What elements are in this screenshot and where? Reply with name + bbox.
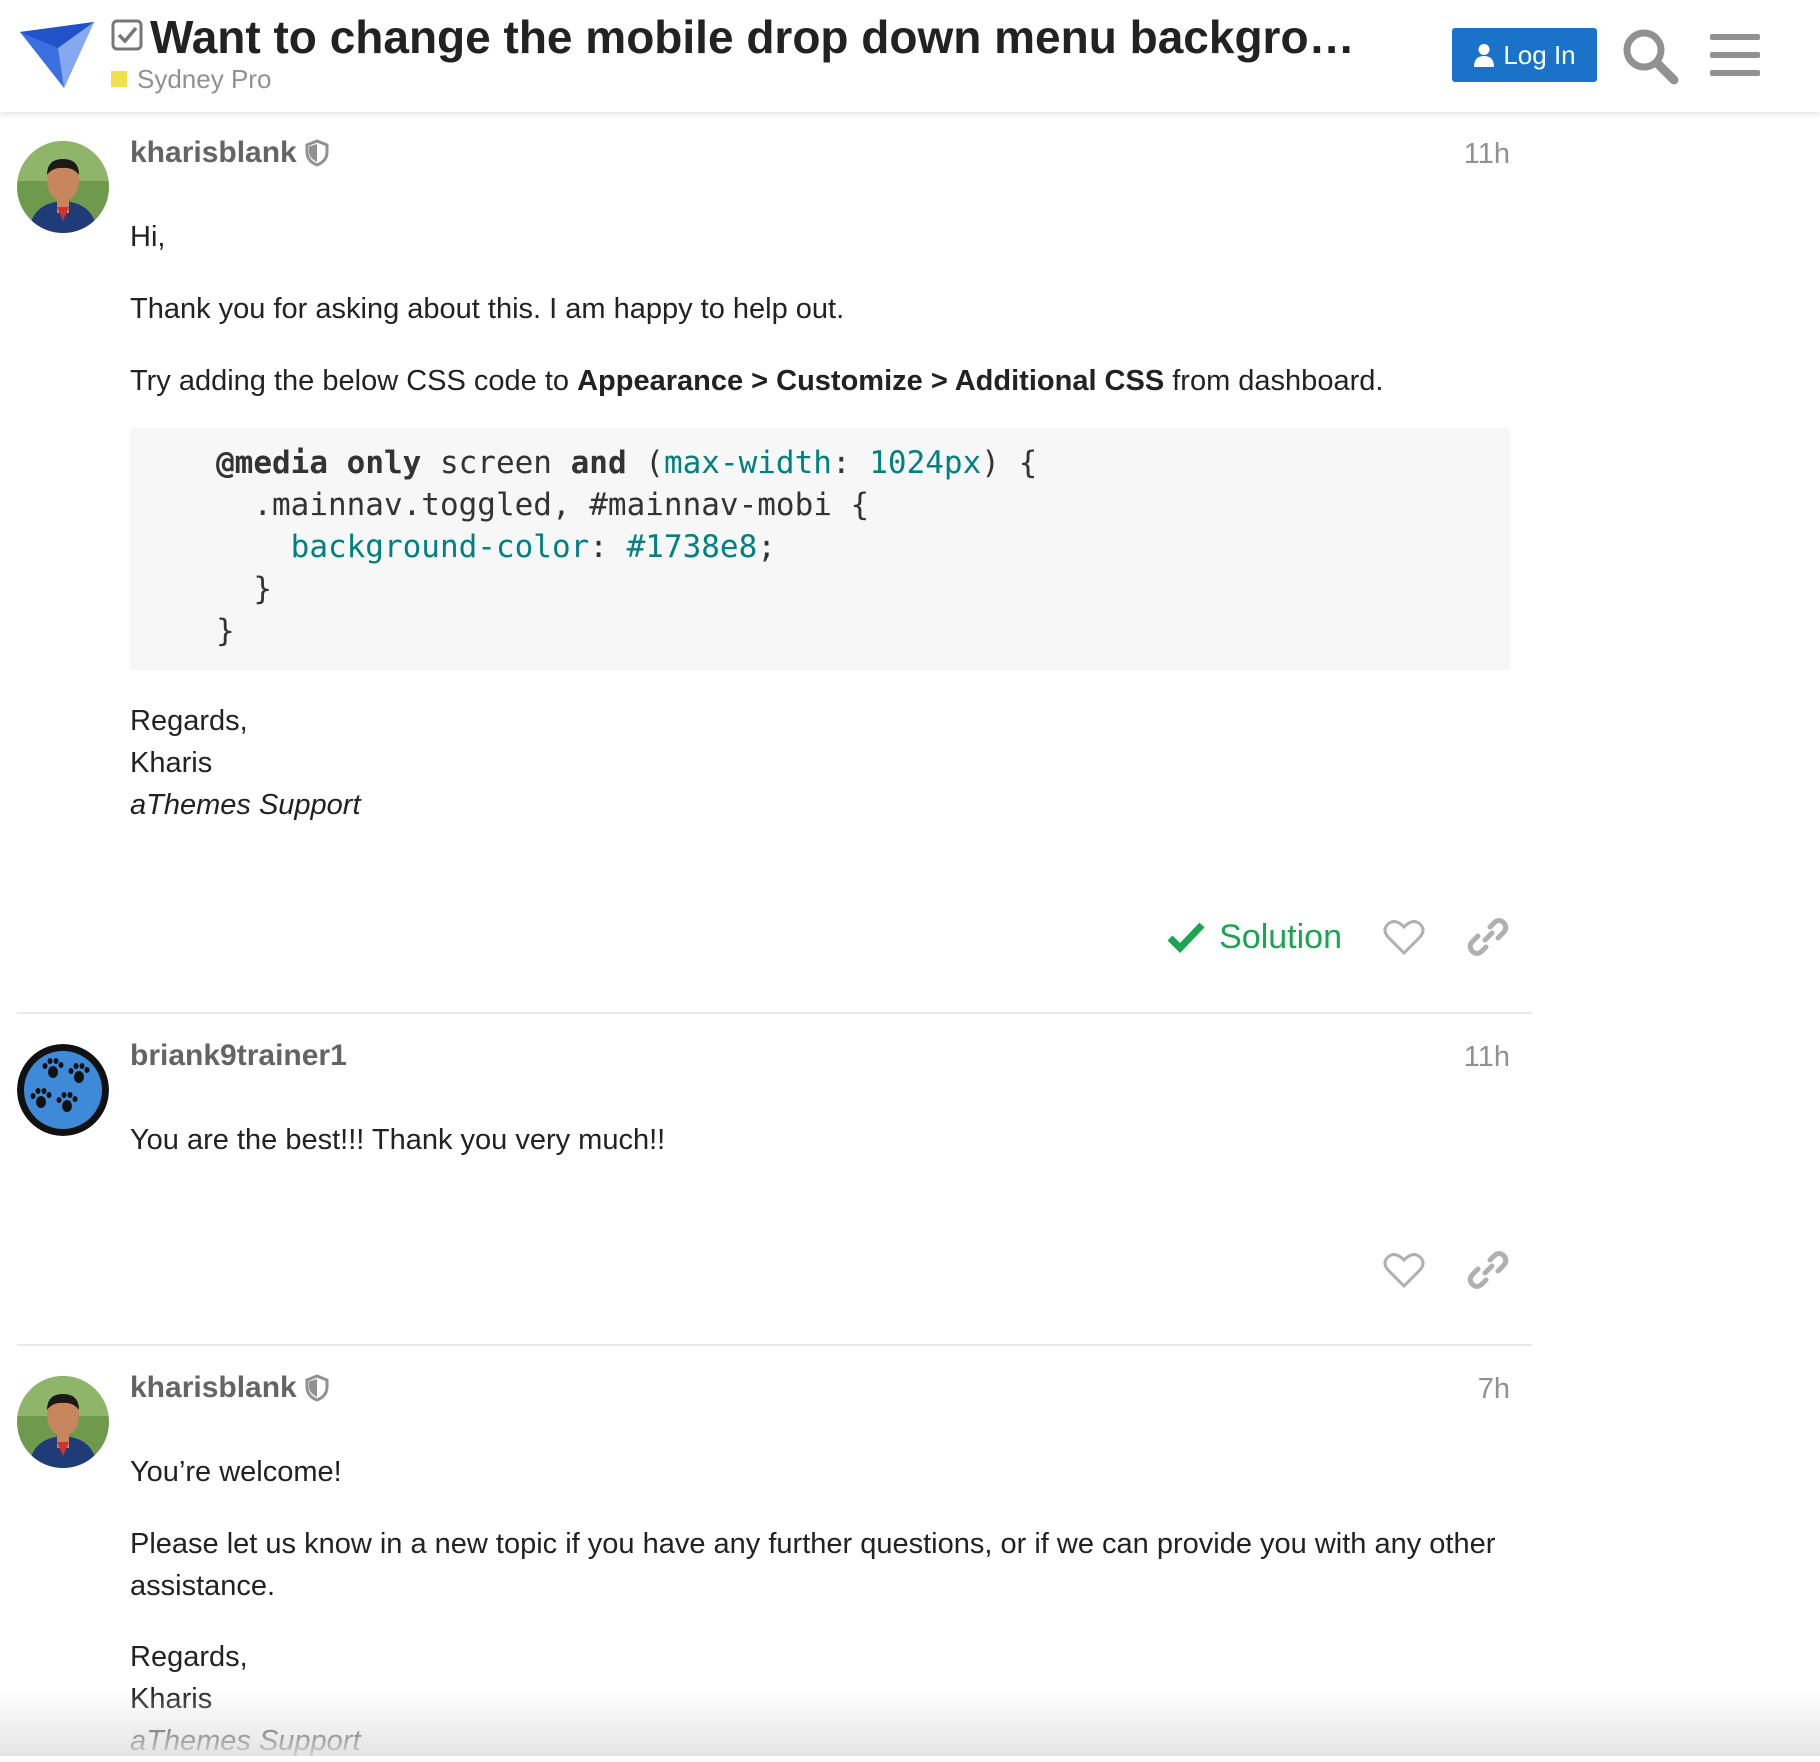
post-content: Hi,: [130, 216, 1510, 258]
post-paragraph: Try adding the below CSS code to Appeara…: [130, 360, 1510, 402]
user-icon: [1474, 44, 1495, 67]
avatar[interactable]: [17, 141, 109, 233]
post-actions: Solution: [1167, 909, 1510, 965]
post-divider: [17, 1012, 1532, 1014]
post-paragraph: Please let us know in a new topic if you…: [130, 1528, 1496, 1602]
signature-regards: Regards,: [130, 705, 248, 737]
post-paragraph: Hi,: [130, 221, 166, 253]
heart-icon[interactable]: [1382, 915, 1426, 959]
post-content: You are the best!!! Thank you very much!…: [130, 1119, 1510, 1161]
solution-badge[interactable]: Solution: [1167, 918, 1342, 957]
post-paragraph: Thank you for asking about this. I am ha…: [130, 293, 845, 325]
code-line: @media only screen and (max-width: 1024p…: [216, 445, 1038, 481]
username-text: kharisblank: [130, 1371, 297, 1404]
post-paragraph: You’re welcome!: [130, 1456, 342, 1488]
post-username[interactable]: kharisblank: [130, 1371, 329, 1405]
code-line: background-color: #1738e8;: [290, 529, 776, 565]
heart-icon[interactable]: [1382, 1248, 1426, 1292]
instruction-prefix: Try adding the below CSS code to: [130, 365, 578, 397]
post-divider: [17, 1344, 1532, 1346]
signature-regards: Regards,: [130, 1641, 248, 1673]
logo-icon[interactable]: [18, 18, 96, 90]
instruction-path: Appearance > Customize > Additional CSS: [577, 365, 1165, 397]
instruction-suffix: from dashboard.: [1164, 365, 1384, 397]
shield-icon: [305, 139, 329, 167]
checkbox-checked-icon: [111, 19, 143, 51]
site-header: Want to change the mobile drop down menu…: [0, 0, 1820, 112]
avatar[interactable]: [17, 1044, 109, 1136]
post-content: Try adding the below CSS code to Appeara…: [130, 360, 1510, 402]
post-actions: [1382, 1242, 1510, 1298]
code-line: .mainnav.toggled, #mainnav-mobi {: [216, 487, 870, 523]
avatar[interactable]: [17, 1376, 109, 1468]
login-label: Log In: [1503, 39, 1576, 70]
topic-title[interactable]: Want to change the mobile drop down menu…: [150, 8, 1380, 66]
post-username[interactable]: kharisblank: [130, 136, 329, 170]
username-text: kharisblank: [130, 136, 297, 169]
solution-label: Solution: [1219, 917, 1342, 956]
post-date[interactable]: 11h: [1310, 138, 1510, 171]
category-swatch: [111, 71, 127, 87]
login-button[interactable]: Log In: [1452, 28, 1597, 82]
post-date[interactable]: 11h: [1310, 1041, 1510, 1074]
hamburger-menu-icon[interactable]: [1708, 28, 1762, 82]
post-content: You’re welcome!: [130, 1451, 1510, 1493]
category-badge[interactable]: Sydney Pro: [111, 64, 271, 94]
search-icon[interactable]: [1620, 26, 1680, 86]
category-name: Sydney Pro: [137, 63, 272, 94]
username-text: briank9trainer1: [130, 1039, 347, 1072]
post-signature: Regards, Kharis aThemes Support: [130, 1636, 1510, 1762]
code-line: }: [216, 613, 235, 649]
post-content: Thank you for asking about this. I am ha…: [130, 288, 1510, 330]
post-date[interactable]: 7h: [1310, 1373, 1510, 1406]
post-signature: Regards, Kharis aThemes Support: [130, 700, 1510, 826]
checkmark-icon: [1167, 922, 1205, 953]
signature-name: Kharis: [130, 1683, 213, 1715]
signature-name: Kharis: [130, 747, 213, 779]
link-icon[interactable]: [1466, 915, 1510, 959]
signature-team: aThemes Support: [130, 789, 361, 821]
post-username[interactable]: briank9trainer1: [130, 1039, 347, 1073]
shield-icon: [305, 1374, 329, 1402]
post-paragraph: You are the best!!! Thank you very much!…: [130, 1124, 666, 1156]
code-line: }: [216, 571, 272, 607]
code-block[interactable]: @media only screen and (max-width: 1024p…: [130, 428, 1510, 670]
link-icon[interactable]: [1466, 1248, 1510, 1292]
post-content: Please let us know in a new topic if you…: [130, 1523, 1510, 1607]
